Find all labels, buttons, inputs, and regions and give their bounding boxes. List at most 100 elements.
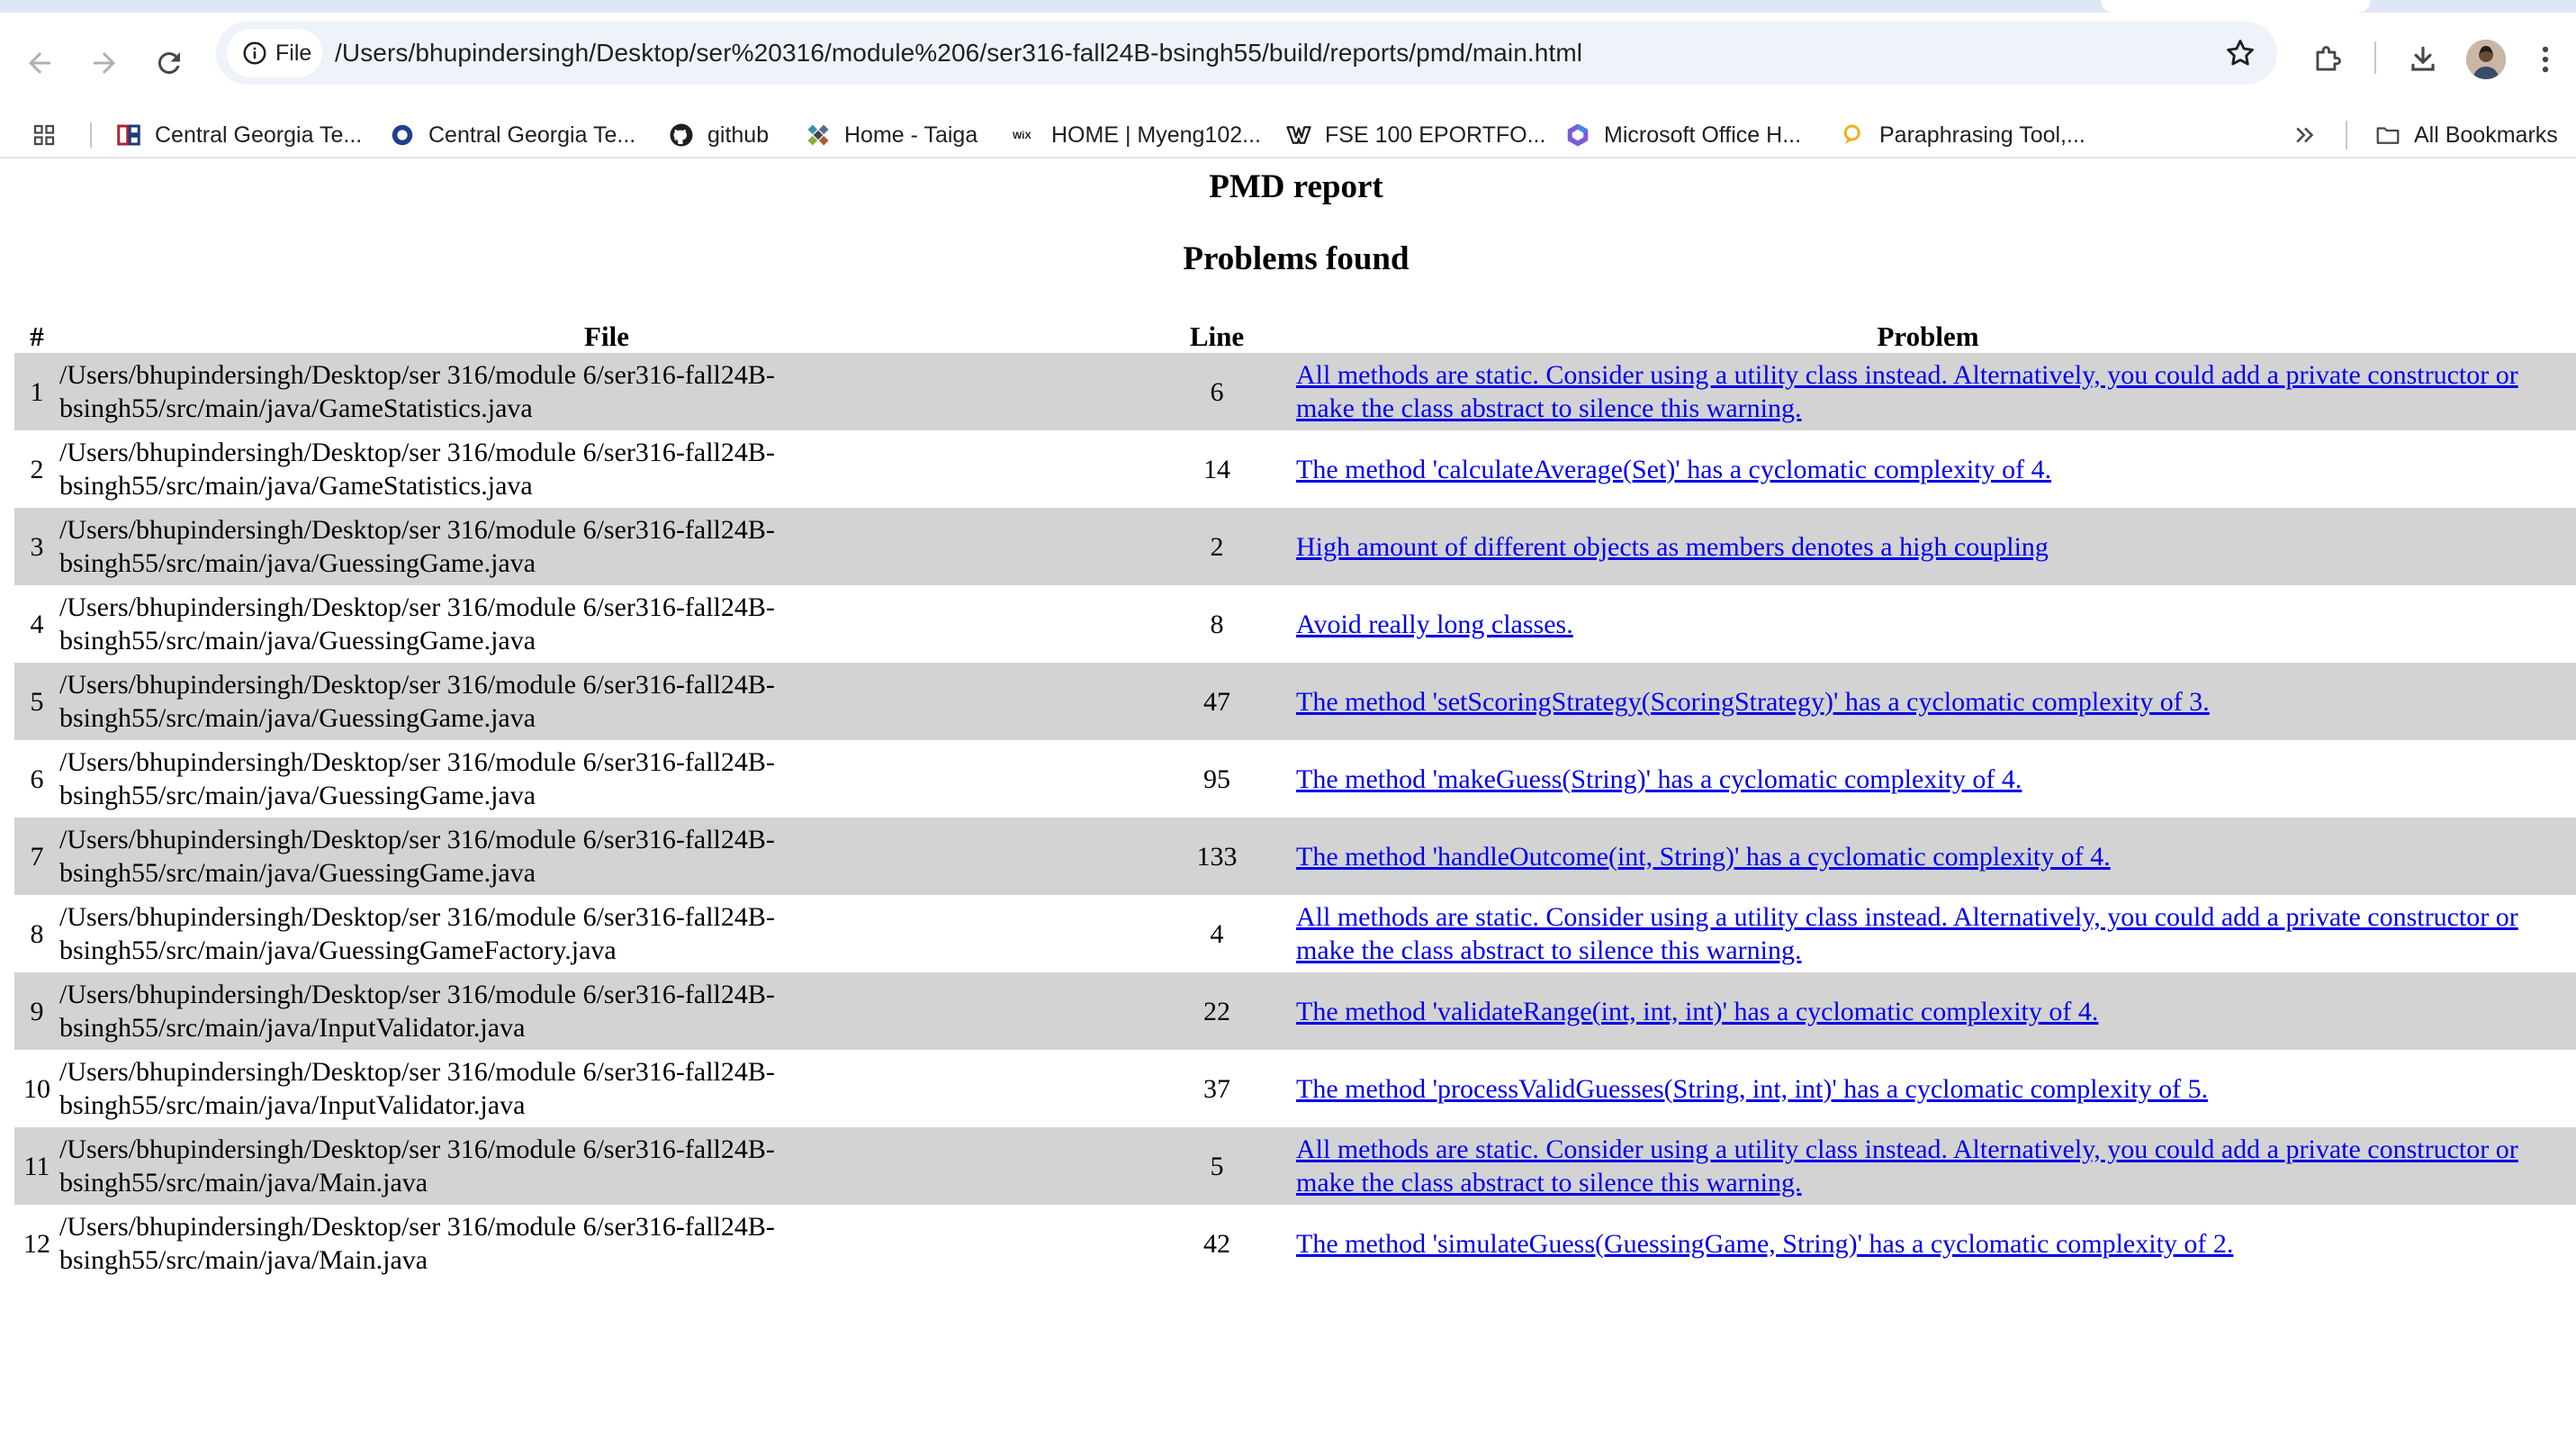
row-number: 2 <box>30 454 44 484</box>
row-number: 4 <box>30 609 44 639</box>
file-path: /Users/bhupindersingh/Desktop/ser 316/mo… <box>59 1057 775 1120</box>
line-number: 42 <box>1203 1228 1230 1259</box>
downloads-button[interactable] <box>2398 34 2448 85</box>
problem-cell: The method 'calculateAverage(Set)' has a… <box>1280 430 2576 508</box>
problem-link[interactable]: All methods are static. Consider using a… <box>1296 1134 2518 1197</box>
file-path: /Users/bhupindersingh/Desktop/ser 316/mo… <box>59 1212 775 1275</box>
problem-link[interactable]: The method 'validateRange(int, int, int)… <box>1296 997 2098 1026</box>
problem-link[interactable]: All methods are static. Consider using a… <box>1296 360 2518 423</box>
back-button[interactable] <box>11 34 68 92</box>
bubble-icon <box>1843 124 1860 144</box>
row-number: 6 <box>30 764 44 794</box>
all-bookmarks-button[interactable]: All Bookmarks <box>2374 112 2558 158</box>
row-number: 5 <box>14 663 59 740</box>
kebab-menu-icon <box>2542 46 2549 73</box>
bookmark-item-3[interactable]: github <box>668 112 769 158</box>
file-path: /Users/bhupindersingh/Desktop/ser 316/mo… <box>59 360 775 423</box>
bookmark-item-6[interactable]: FSE 100 EPORTFO... <box>1285 112 1545 158</box>
problem-link[interactable]: The method 'simulateGuess(GuessingGame, … <box>1296 1229 2233 1259</box>
file-path: /Users/bhupindersingh/Desktop/ser 316/mo… <box>59 825 775 888</box>
apps-button[interactable] <box>31 112 70 158</box>
problem-cell: The method 'makeGuess(String)' has a cyc… <box>1280 740 2576 818</box>
svg-text:WiX: WiX <box>1013 131 1031 141</box>
problem-link[interactable]: All methods are static. Consider using a… <box>1296 902 2518 965</box>
file-path: /Users/bhupindersingh/Desktop/ser 316/mo… <box>59 902 775 965</box>
table-row: 7 /Users/bhupindersingh/Desktop/ser 316/… <box>14 818 2576 895</box>
table-row: 11 /Users/bhupindersingh/Desktop/ser 316… <box>14 1127 2576 1205</box>
cgtc-icon <box>117 124 140 146</box>
menu-button[interactable] <box>2527 34 2563 85</box>
file-cell: /Users/bhupindersingh/Desktop/ser 316/mo… <box>59 663 1154 740</box>
file-cell: /Users/bhupindersingh/Desktop/ser 316/mo… <box>59 1050 1154 1127</box>
bookmark-label: Microsoft Office H... <box>1604 122 1802 148</box>
problem-cell: The method 'setScoringStrategy(ScoringSt… <box>1280 663 2576 740</box>
bookmark-label: Paraphrasing Tool,... <box>1879 122 2085 148</box>
wix-icon: WiX <box>1013 131 1031 141</box>
line-number: 22 <box>1154 972 1280 1050</box>
office-icon <box>1567 123 1589 147</box>
problem-link[interactable]: The method 'calculateAverage(Set)' has a… <box>1296 455 2051 484</box>
bookmark-item-8[interactable]: Paraphrasing Tool,... <box>1840 112 2085 158</box>
all-bookmarks-label: All Bookmarks <box>2414 122 2558 148</box>
bookmark-label: FSE 100 EPORTFO... <box>1325 122 1546 148</box>
bookmark-item-5[interactable]: WiX HOME | Myeng102... <box>1012 112 1261 158</box>
line-number: 6 <box>1154 353 1280 430</box>
row-number: 10 <box>23 1073 50 1104</box>
file-cell: /Users/bhupindersingh/Desktop/ser 316/mo… <box>59 1205 1154 1282</box>
table-row: 3 /Users/bhupindersingh/Desktop/ser 316/… <box>14 508 2576 585</box>
table-header-row: # File Line Problem <box>14 313 2576 353</box>
arrow-left-icon <box>29 52 50 74</box>
line-number: 4 <box>1210 918 1224 949</box>
file-cell: /Users/bhupindersingh/Desktop/ser 316/mo… <box>59 430 1154 508</box>
w-logo-icon <box>1286 126 1311 144</box>
problem-link[interactable]: The method 'makeGuess(String)' has a cyc… <box>1296 764 2022 794</box>
table-row: 9 /Users/bhupindersingh/Desktop/ser 316/… <box>14 972 2576 1050</box>
taiga-icon <box>807 124 829 146</box>
row-number: 7 <box>14 818 59 895</box>
browser-toolbar: File /Users/bhupindersingh/Desktop/ser%2… <box>0 13 2576 158</box>
line-number: 14 <box>1203 454 1230 484</box>
address-bar[interactable]: File /Users/bhupindersingh/Desktop/ser%2… <box>216 22 2277 85</box>
problem-link[interactable]: The method 'setScoringStrategy(ScoringSt… <box>1296 687 2210 717</box>
problem-link[interactable]: The method 'processValidGuesses(String, … <box>1296 1074 2208 1104</box>
ring-icon <box>392 124 413 146</box>
file-cell: /Users/bhupindersingh/Desktop/ser 316/mo… <box>59 353 1154 430</box>
site-info-chip[interactable]: File <box>227 29 322 77</box>
profile-avatar[interactable] <box>2466 40 2506 79</box>
problem-cell: The method 'validateRange(int, int, int)… <box>1280 972 2576 1050</box>
problem-cell: The method 'processValidGuesses(String, … <box>1280 1050 2576 1127</box>
info-icon <box>243 41 266 65</box>
active-tab-edge[interactable] <box>2101 0 2371 13</box>
bookmark-item-4[interactable]: Home - Taiga <box>805 112 977 158</box>
extensions-button[interactable] <box>2302 34 2353 85</box>
problem-link[interactable]: The method 'handleOutcome(int, String)' … <box>1296 842 2111 872</box>
more-bookmarks-button[interactable] <box>2292 112 2331 158</box>
reload-icon <box>158 52 180 75</box>
bookmark-label: Central Georgia Te... <box>155 122 363 148</box>
table-row: 8 /Users/bhupindersingh/Desktop/ser 316/… <box>14 895 2576 972</box>
file-cell: /Users/bhupindersingh/Desktop/ser 316/mo… <box>59 1127 1154 1205</box>
forward-button[interactable] <box>76 34 133 92</box>
page-title: PMD report <box>1209 168 1383 205</box>
problem-link[interactable]: High amount of different objects as memb… <box>1296 532 2049 562</box>
problem-cell: All methods are static. Consider using a… <box>1280 353 2576 430</box>
site-chip-label: File <box>275 40 312 66</box>
url-text[interactable]: /Users/bhupindersingh/Desktop/ser%20316/… <box>335 22 1582 85</box>
problems-table: # File Line Problem 1 /Users/bhupindersi… <box>14 313 2576 1282</box>
file-path: /Users/bhupindersingh/Desktop/ser 316/mo… <box>59 515 775 578</box>
reload-button[interactable] <box>140 34 198 92</box>
table-row: 10 /Users/bhupindersingh/Desktop/ser 316… <box>14 1050 2576 1127</box>
file-path: /Users/bhupindersingh/Desktop/ser 316/mo… <box>59 592 775 655</box>
file-cell: /Users/bhupindersingh/Desktop/ser 316/mo… <box>59 818 1154 895</box>
table-row: 5 /Users/bhupindersingh/Desktop/ser 316/… <box>14 663 2576 740</box>
bookmark-item-2[interactable]: Central Georgia Te... <box>389 112 635 158</box>
toolbar-divider <box>2374 41 2376 74</box>
file-cell: /Users/bhupindersingh/Desktop/ser 316/mo… <box>59 508 1154 585</box>
file-cell: /Users/bhupindersingh/Desktop/ser 316/mo… <box>59 972 1154 1050</box>
problem-link[interactable]: Avoid really long classes. <box>1296 610 1573 639</box>
bookmark-item-1[interactable]: Central Georgia Te... <box>115 112 362 158</box>
section-title: Problems found <box>1183 240 1410 277</box>
bookmark-item-7[interactable]: Microsoft Office H... <box>1564 112 1801 158</box>
arrow-right-icon <box>94 52 115 74</box>
bookmark-star-icon[interactable] <box>2223 36 2257 70</box>
